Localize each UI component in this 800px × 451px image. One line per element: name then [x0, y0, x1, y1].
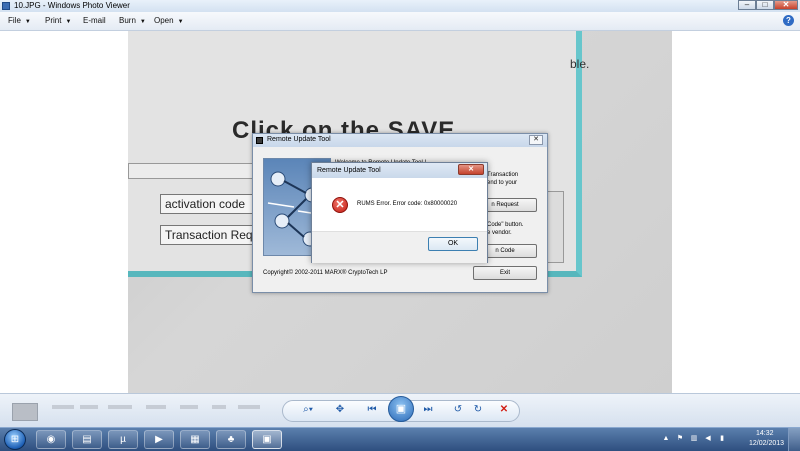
menu-open[interactable]: Open ▼	[154, 16, 184, 25]
menu-print[interactable]: Print ▼	[45, 16, 71, 25]
windows-explorer-icon[interactable]: ▦	[180, 430, 210, 449]
rut-copyright: Copyright© 2002-2011 MARX® CryptoTech LP	[263, 270, 388, 276]
minimize-button[interactable]: –	[738, 0, 756, 10]
close-button[interactable]: ✕	[774, 0, 798, 10]
menu-file-label: File	[8, 16, 21, 25]
delete-icon[interactable]: ✕	[496, 403, 512, 417]
rut-text-line: end to your	[487, 180, 518, 186]
photo-viewer-taskbar-icon[interactable]: ▣	[252, 430, 282, 449]
network-icon[interactable]: ▥	[690, 434, 698, 443]
photo-viewer-icon	[2, 2, 10, 10]
slideshow-icon[interactable]: ▣	[388, 396, 414, 422]
show-desktop-button[interactable]	[788, 428, 800, 451]
menu-burn[interactable]: Burn ▼	[119, 16, 146, 25]
chevron-down-icon: ▼	[177, 19, 184, 25]
file-explorer-icon[interactable]: ▤	[72, 430, 102, 449]
window-title: 10.JPG - Windows Photo Viewer	[14, 1, 130, 10]
photo-background-text: ble.	[570, 57, 590, 71]
media-player-icon[interactable]: ▶	[144, 430, 174, 449]
previous-icon[interactable]: ⏮	[364, 403, 380, 417]
error-dialog: Remote Update Tool ✕ ✕ RUMS Error. Error…	[311, 162, 488, 263]
action-center-flag-icon[interactable]: ⚑	[676, 434, 684, 443]
blurred-text	[180, 405, 198, 409]
firefox-icon[interactable]: ◉	[36, 430, 66, 449]
blurred-text	[212, 405, 226, 409]
start-button[interactable]: ⊞	[4, 429, 26, 450]
chevron-down-icon: ▼	[24, 19, 31, 25]
error-message: RUMS Error. Error code: 0x80000020	[357, 201, 458, 207]
clock-time[interactable]: 14:32	[756, 430, 774, 437]
rut-close-button[interactable]: ✕	[529, 135, 543, 145]
solitaire-icon[interactable]: ♣	[216, 430, 246, 449]
rut-title: Remote Update Tool	[267, 136, 331, 143]
exit-button[interactable]: Exit	[473, 266, 537, 280]
actual-size-icon[interactable]: ✥	[332, 403, 348, 417]
photo-transaction-field: Transaction Req	[160, 225, 254, 245]
menu-email[interactable]: E-mail	[83, 16, 106, 25]
menu-burn-label: Burn	[119, 16, 136, 25]
blurred-text	[80, 405, 98, 409]
maximize-button[interactable]: □	[756, 0, 774, 10]
error-dialog-titlebar: Remote Update Tool ✕	[312, 163, 487, 178]
blurred-text	[146, 405, 166, 409]
zoom-icon[interactable]: ⌕▾	[296, 403, 320, 417]
volume-icon[interactable]: ◀	[704, 434, 712, 443]
rut-text-line: Code" button.	[487, 222, 524, 228]
menu-open-label: Open	[154, 16, 174, 25]
chevron-down-icon: ▼	[139, 19, 146, 25]
error-dialog-title: Remote Update Tool	[317, 167, 381, 174]
chevron-down-icon: ▼	[65, 19, 72, 25]
photo-activation-field: activation code	[160, 194, 254, 214]
rotate-ccw-icon[interactable]: ↺	[450, 403, 466, 417]
rut-text-line: Transaction	[487, 172, 519, 178]
rut-text-line: e vendor.	[487, 230, 512, 236]
taskbar: ⊞ ◉ ▤ µ ▶ ▦ ♣ ▣ ▲ ⚑ ▥ ◀ ▮ 14:32 12/02/20…	[0, 427, 800, 451]
menu-bar: File ▼ Print ▼ E-mail Burn ▼ Open ▼ ?	[0, 12, 800, 31]
clock-date[interactable]: 12/02/2013	[749, 440, 784, 447]
menu-print-label: Print	[45, 16, 62, 25]
blurred-text	[52, 405, 74, 409]
error-dialog-close-button[interactable]: ✕	[458, 164, 484, 175]
error-icon: ✕	[332, 197, 348, 213]
rut-titlebar: Remote Update Tool ✕	[253, 134, 547, 147]
thumbnail-preview	[12, 403, 38, 421]
battery-icon[interactable]: ▮	[718, 434, 726, 443]
blurred-text	[238, 405, 260, 409]
next-icon[interactable]: ⏭	[420, 403, 436, 417]
menu-file[interactable]: File ▼	[8, 16, 31, 25]
blurred-text	[108, 405, 132, 409]
utorrent-icon[interactable]: µ	[108, 430, 138, 449]
show-hidden-icons-icon[interactable]: ▲	[662, 434, 670, 443]
app-icon	[256, 137, 263, 144]
rotate-cw-icon[interactable]: ↻	[470, 403, 486, 417]
menu-email-label: E-mail	[83, 16, 106, 25]
ok-button[interactable]: OK	[428, 237, 478, 251]
help-icon[interactable]: ?	[783, 15, 794, 26]
